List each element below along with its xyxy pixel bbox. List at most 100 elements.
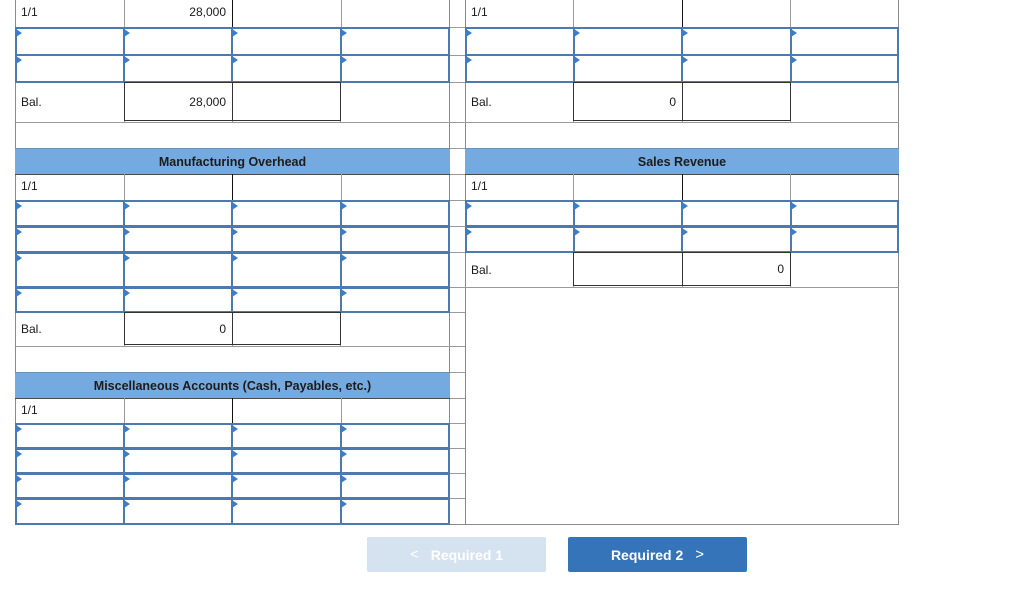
row-divider [465, 122, 899, 123]
prev-required-button[interactable]: < Required 1 [367, 537, 546, 572]
row-divider [449, 498, 465, 499]
row-divider [15, 346, 450, 347]
entry-input[interactable] [681, 200, 792, 227]
entry-input[interactable] [231, 473, 342, 499]
entry-input[interactable] [340, 200, 450, 227]
row-divider [15, 122, 450, 123]
row-divider [449, 82, 465, 83]
chevron-left-icon: < [409, 546, 419, 563]
entry-input[interactable] [15, 252, 125, 288]
entry-input[interactable] [15, 498, 125, 525]
col-divider [341, 398, 342, 423]
row-divider [449, 312, 465, 313]
entry-input[interactable] [790, 54, 899, 83]
entry-input[interactable] [15, 226, 125, 253]
balance-label: Bal. [21, 95, 42, 109]
balance-label: Bal. [471, 262, 492, 277]
entry-input[interactable] [340, 498, 450, 525]
entry-input[interactable] [123, 226, 233, 253]
col-divider [341, 174, 342, 200]
row-divider [449, 473, 465, 474]
entry-input[interactable] [465, 200, 575, 227]
entry-input[interactable] [573, 200, 683, 227]
balance-credit-value [232, 312, 341, 347]
entry-input[interactable] [123, 287, 233, 313]
opening-date-label: 1/1 [471, 179, 488, 193]
entry-input[interactable] [340, 448, 450, 474]
row-divider [449, 398, 465, 399]
entry-input[interactable] [340, 27, 450, 56]
entry-input[interactable] [123, 252, 233, 288]
entry-input[interactable] [123, 27, 233, 56]
t-account-center-line [682, 0, 683, 27]
col-divider [124, 398, 125, 423]
row-divider [465, 287, 899, 288]
entry-input[interactable] [465, 226, 575, 253]
entry-input[interactable] [15, 287, 125, 313]
entry-input[interactable] [15, 200, 125, 227]
entry-input[interactable] [231, 287, 342, 313]
account-title: Sales Revenue [465, 148, 899, 175]
entry-input[interactable] [573, 54, 683, 83]
entry-input[interactable] [231, 423, 342, 449]
entry-input[interactable] [15, 54, 125, 83]
entry-input[interactable] [681, 27, 792, 56]
next-button-label: Required 2 [610, 546, 684, 563]
row-divider [449, 200, 465, 201]
row-divider [449, 55, 465, 56]
col-divider [573, 174, 574, 200]
balance-debit-value: 0 [573, 82, 683, 123]
entry-input[interactable] [790, 27, 899, 56]
entry-input[interactable] [465, 27, 575, 56]
entry-input[interactable] [15, 423, 125, 449]
entry-input[interactable] [340, 473, 450, 499]
opening-date-label: 1/1 [21, 403, 38, 417]
entry-input[interactable] [123, 473, 233, 499]
entry-input[interactable] [15, 473, 125, 499]
entry-input[interactable] [123, 448, 233, 474]
entry-input[interactable] [123, 200, 233, 227]
entry-input[interactable] [123, 498, 233, 525]
account-title: Miscellaneous Accounts (Cash, Payables, … [15, 372, 450, 399]
entry-input[interactable] [573, 226, 683, 253]
entry-input[interactable] [465, 54, 575, 83]
balance-label: Bal. [21, 322, 42, 336]
entry-input[interactable] [231, 226, 342, 253]
entry-input[interactable] [15, 27, 125, 56]
balance-debit-value [573, 252, 683, 288]
row-divider [449, 346, 465, 347]
prev-button-label: Required 1 [430, 546, 504, 563]
t-account-center-line [682, 174, 683, 200]
opening-date-label: 1/1 [471, 5, 488, 19]
entry-input[interactable] [231, 252, 342, 288]
entry-input[interactable] [123, 54, 233, 83]
row-divider [449, 148, 465, 149]
col-divider [124, 174, 125, 200]
entry-input[interactable] [681, 226, 792, 253]
entry-input[interactable] [231, 27, 342, 56]
chevron-right-icon: > [695, 546, 705, 563]
t-account-center-line [232, 174, 233, 200]
entry-input[interactable] [573, 27, 683, 56]
entry-input[interactable] [340, 54, 450, 83]
opening-date-label: 1/1 [21, 5, 38, 19]
entry-input[interactable] [340, 423, 450, 449]
row-divider [449, 252, 465, 253]
balance-debit-value: 0 [124, 312, 233, 347]
entry-input[interactable] [340, 287, 450, 313]
entry-input[interactable] [790, 200, 899, 227]
balance-credit-value: 0 [682, 252, 791, 288]
next-required-button[interactable]: Required 2 > [568, 537, 747, 572]
entry-input[interactable] [340, 252, 450, 288]
entry-input[interactable] [681, 54, 792, 83]
entry-input[interactable] [231, 448, 342, 474]
entry-input[interactable] [231, 200, 342, 227]
entry-input[interactable] [231, 498, 342, 525]
entry-input[interactable] [790, 226, 899, 253]
entry-input[interactable] [123, 423, 233, 449]
entry-input[interactable] [340, 226, 450, 253]
entry-input[interactable] [15, 448, 125, 474]
col-divider [790, 0, 791, 27]
row-divider [449, 448, 465, 449]
entry-input[interactable] [231, 54, 342, 83]
